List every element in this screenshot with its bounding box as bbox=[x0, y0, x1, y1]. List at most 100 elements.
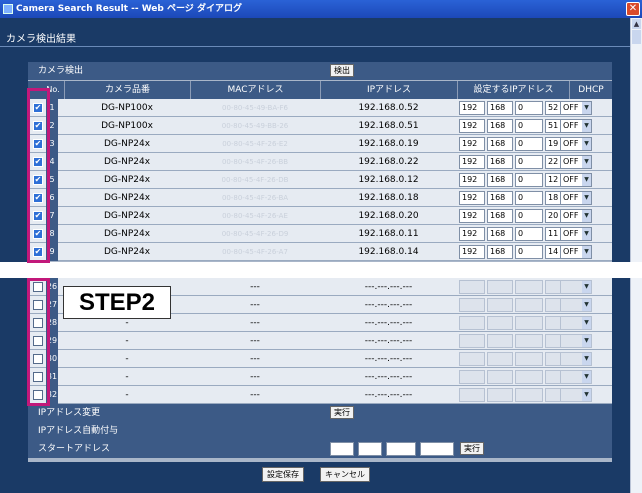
set-ip-octet-2[interactable]: 168 bbox=[487, 209, 513, 223]
set-ip-octet-1[interactable] bbox=[459, 280, 485, 294]
dhcp-select[interactable]: ▼ bbox=[560, 388, 592, 402]
dhcp-select[interactable]: OFF ▼ bbox=[560, 101, 592, 115]
set-ip-octet-2[interactable]: 168 bbox=[487, 227, 513, 241]
set-ip-octet-1[interactable]: 192 bbox=[459, 137, 485, 151]
dhcp-select[interactable]: ▼ bbox=[560, 370, 592, 384]
set-ip-octet-2[interactable]: 168 bbox=[487, 173, 513, 187]
chevron-down-icon[interactable]: ▼ bbox=[582, 371, 591, 383]
chevron-down-icon[interactable]: ▼ bbox=[582, 174, 591, 186]
set-ip-octet-1[interactable] bbox=[459, 298, 485, 312]
set-ip-octet-1[interactable]: 192 bbox=[459, 101, 485, 115]
set-ip-octet-1[interactable]: 192 bbox=[459, 245, 485, 259]
chevron-down-icon[interactable]: ▼ bbox=[582, 335, 591, 347]
chevron-down-icon[interactable]: ▼ bbox=[582, 317, 591, 329]
start-octet-4[interactable]: 254 bbox=[420, 442, 454, 456]
set-ip-octet-3[interactable]: 0 bbox=[515, 209, 543, 223]
set-ip-octet-2[interactable] bbox=[487, 316, 513, 330]
dhcp-select[interactable]: OFF ▼ bbox=[560, 209, 592, 223]
dhcp-select[interactable]: ▼ bbox=[560, 352, 592, 366]
ip-change-execute-button[interactable]: 実行 bbox=[330, 406, 354, 419]
set-ip-octet-2[interactable]: 168 bbox=[487, 155, 513, 169]
set-ip-octet-2[interactable]: 168 bbox=[487, 245, 513, 259]
dhcp-value: OFF bbox=[563, 229, 579, 238]
col-dhcp: DHCP bbox=[569, 81, 612, 99]
set-ip-octet-3[interactable] bbox=[515, 280, 543, 294]
save-settings-button[interactable]: 設定保存 bbox=[262, 467, 304, 482]
set-ip-octet-1[interactable]: 192 bbox=[459, 227, 485, 241]
dhcp-select[interactable]: OFF ▼ bbox=[560, 191, 592, 205]
set-ip-octet-1[interactable] bbox=[459, 370, 485, 384]
set-ip-octet-3[interactable]: 0 bbox=[515, 227, 543, 241]
dhcp-value: OFF bbox=[563, 121, 579, 130]
set-ip-octet-1[interactable]: 192 bbox=[459, 191, 485, 205]
set-ip-octet-3[interactable]: 0 bbox=[515, 155, 543, 169]
scroll-up-icon[interactable]: ▲ bbox=[632, 19, 641, 29]
set-ip-octet-2[interactable] bbox=[487, 370, 513, 384]
set-ip-octet-2[interactable] bbox=[487, 334, 513, 348]
chevron-down-icon[interactable]: ▼ bbox=[582, 156, 591, 168]
start-address-execute-button[interactable]: 実行 bbox=[460, 442, 484, 455]
chevron-down-icon[interactable]: ▼ bbox=[582, 246, 591, 258]
set-ip-octet-2[interactable]: 168 bbox=[487, 101, 513, 115]
dhcp-select[interactable]: OFF ▼ bbox=[560, 173, 592, 187]
set-ip-octet-3[interactable]: 0 bbox=[515, 101, 543, 115]
start-octet-3[interactable]: 0 bbox=[386, 442, 416, 456]
chevron-down-icon[interactable]: ▼ bbox=[582, 138, 591, 150]
dhcp-select[interactable]: ▼ bbox=[560, 334, 592, 348]
dhcp-select[interactable]: ▼ bbox=[560, 316, 592, 330]
chevron-down-icon[interactable]: ▼ bbox=[582, 228, 591, 240]
chevron-down-icon[interactable]: ▼ bbox=[582, 299, 591, 311]
chevron-down-icon[interactable]: ▼ bbox=[582, 210, 591, 222]
chevron-down-icon[interactable]: ▼ bbox=[582, 120, 591, 132]
set-ip-octet-2[interactable] bbox=[487, 388, 513, 402]
set-ip-octet-1[interactable] bbox=[459, 352, 485, 366]
chevron-down-icon[interactable]: ▼ bbox=[582, 389, 591, 401]
set-ip-octet-3[interactable]: 0 bbox=[515, 119, 543, 133]
chevron-down-icon[interactable]: ▼ bbox=[582, 102, 591, 114]
dhcp-select[interactable]: ▼ bbox=[560, 298, 592, 312]
auto-assign-row: IPアドレス自動付与 bbox=[28, 422, 612, 440]
vertical-scrollbar[interactable]: ▲ bbox=[630, 18, 642, 493]
set-ip-octet-3[interactable] bbox=[515, 388, 543, 402]
ip-address: 192.168.0.19 bbox=[358, 139, 419, 149]
set-ip-octet-3[interactable]: 0 bbox=[515, 173, 543, 187]
set-ip-octet-1[interactable]: 192 bbox=[459, 209, 485, 223]
cancel-button[interactable]: キャンセル bbox=[320, 467, 370, 482]
chevron-down-icon[interactable]: ▼ bbox=[582, 353, 591, 365]
set-ip-octet-1[interactable]: 192 bbox=[459, 119, 485, 133]
set-ip-octet-3[interactable] bbox=[515, 370, 543, 384]
dhcp-select[interactable]: OFF ▼ bbox=[560, 227, 592, 241]
scroll-thumb[interactable] bbox=[632, 30, 641, 44]
start-octet-2[interactable]: 168 bbox=[358, 442, 382, 456]
set-ip-octet-3[interactable] bbox=[515, 298, 543, 312]
set-ip-octet-3[interactable] bbox=[515, 334, 543, 348]
dhcp-select[interactable]: OFF ▼ bbox=[560, 137, 592, 151]
set-ip-octet-3[interactable]: 0 bbox=[515, 191, 543, 205]
set-ip-octet-1[interactable]: 192 bbox=[459, 155, 485, 169]
close-icon[interactable]: ✕ bbox=[626, 2, 640, 16]
set-ip-octet-2[interactable]: 168 bbox=[487, 137, 513, 151]
set-ip-octet-1[interactable] bbox=[459, 388, 485, 402]
set-ip-octet-1[interactable] bbox=[459, 334, 485, 348]
set-ip-octet-3[interactable]: 0 bbox=[515, 137, 543, 151]
dhcp-value: OFF bbox=[563, 175, 579, 184]
dhcp-select[interactable]: ▼ bbox=[560, 280, 592, 294]
dhcp-select[interactable]: OFF ▼ bbox=[560, 245, 592, 259]
set-ip-octet-2[interactable]: 168 bbox=[487, 119, 513, 133]
start-octet-1[interactable]: 192 bbox=[330, 442, 354, 456]
set-ip-octet-3[interactable] bbox=[515, 352, 543, 366]
set-ip-octet-2[interactable] bbox=[487, 352, 513, 366]
set-ip-octet-1[interactable]: 192 bbox=[459, 173, 485, 187]
chevron-down-icon[interactable]: ▼ bbox=[582, 192, 591, 204]
set-ip-octet-1[interactable] bbox=[459, 316, 485, 330]
dhcp-select[interactable]: OFF ▼ bbox=[560, 119, 592, 133]
set-ip-octet-2[interactable]: 168 bbox=[487, 191, 513, 205]
set-ip-octet-2[interactable] bbox=[487, 280, 513, 294]
set-ip-octet-2[interactable] bbox=[487, 298, 513, 312]
search-button[interactable]: 検出 bbox=[330, 64, 354, 77]
camera-model: - bbox=[125, 390, 129, 400]
chevron-down-icon[interactable]: ▼ bbox=[582, 281, 591, 293]
set-ip-octet-3[interactable]: 0 bbox=[515, 245, 543, 259]
dhcp-select[interactable]: OFF ▼ bbox=[560, 155, 592, 169]
set-ip-octet-3[interactable] bbox=[515, 316, 543, 330]
